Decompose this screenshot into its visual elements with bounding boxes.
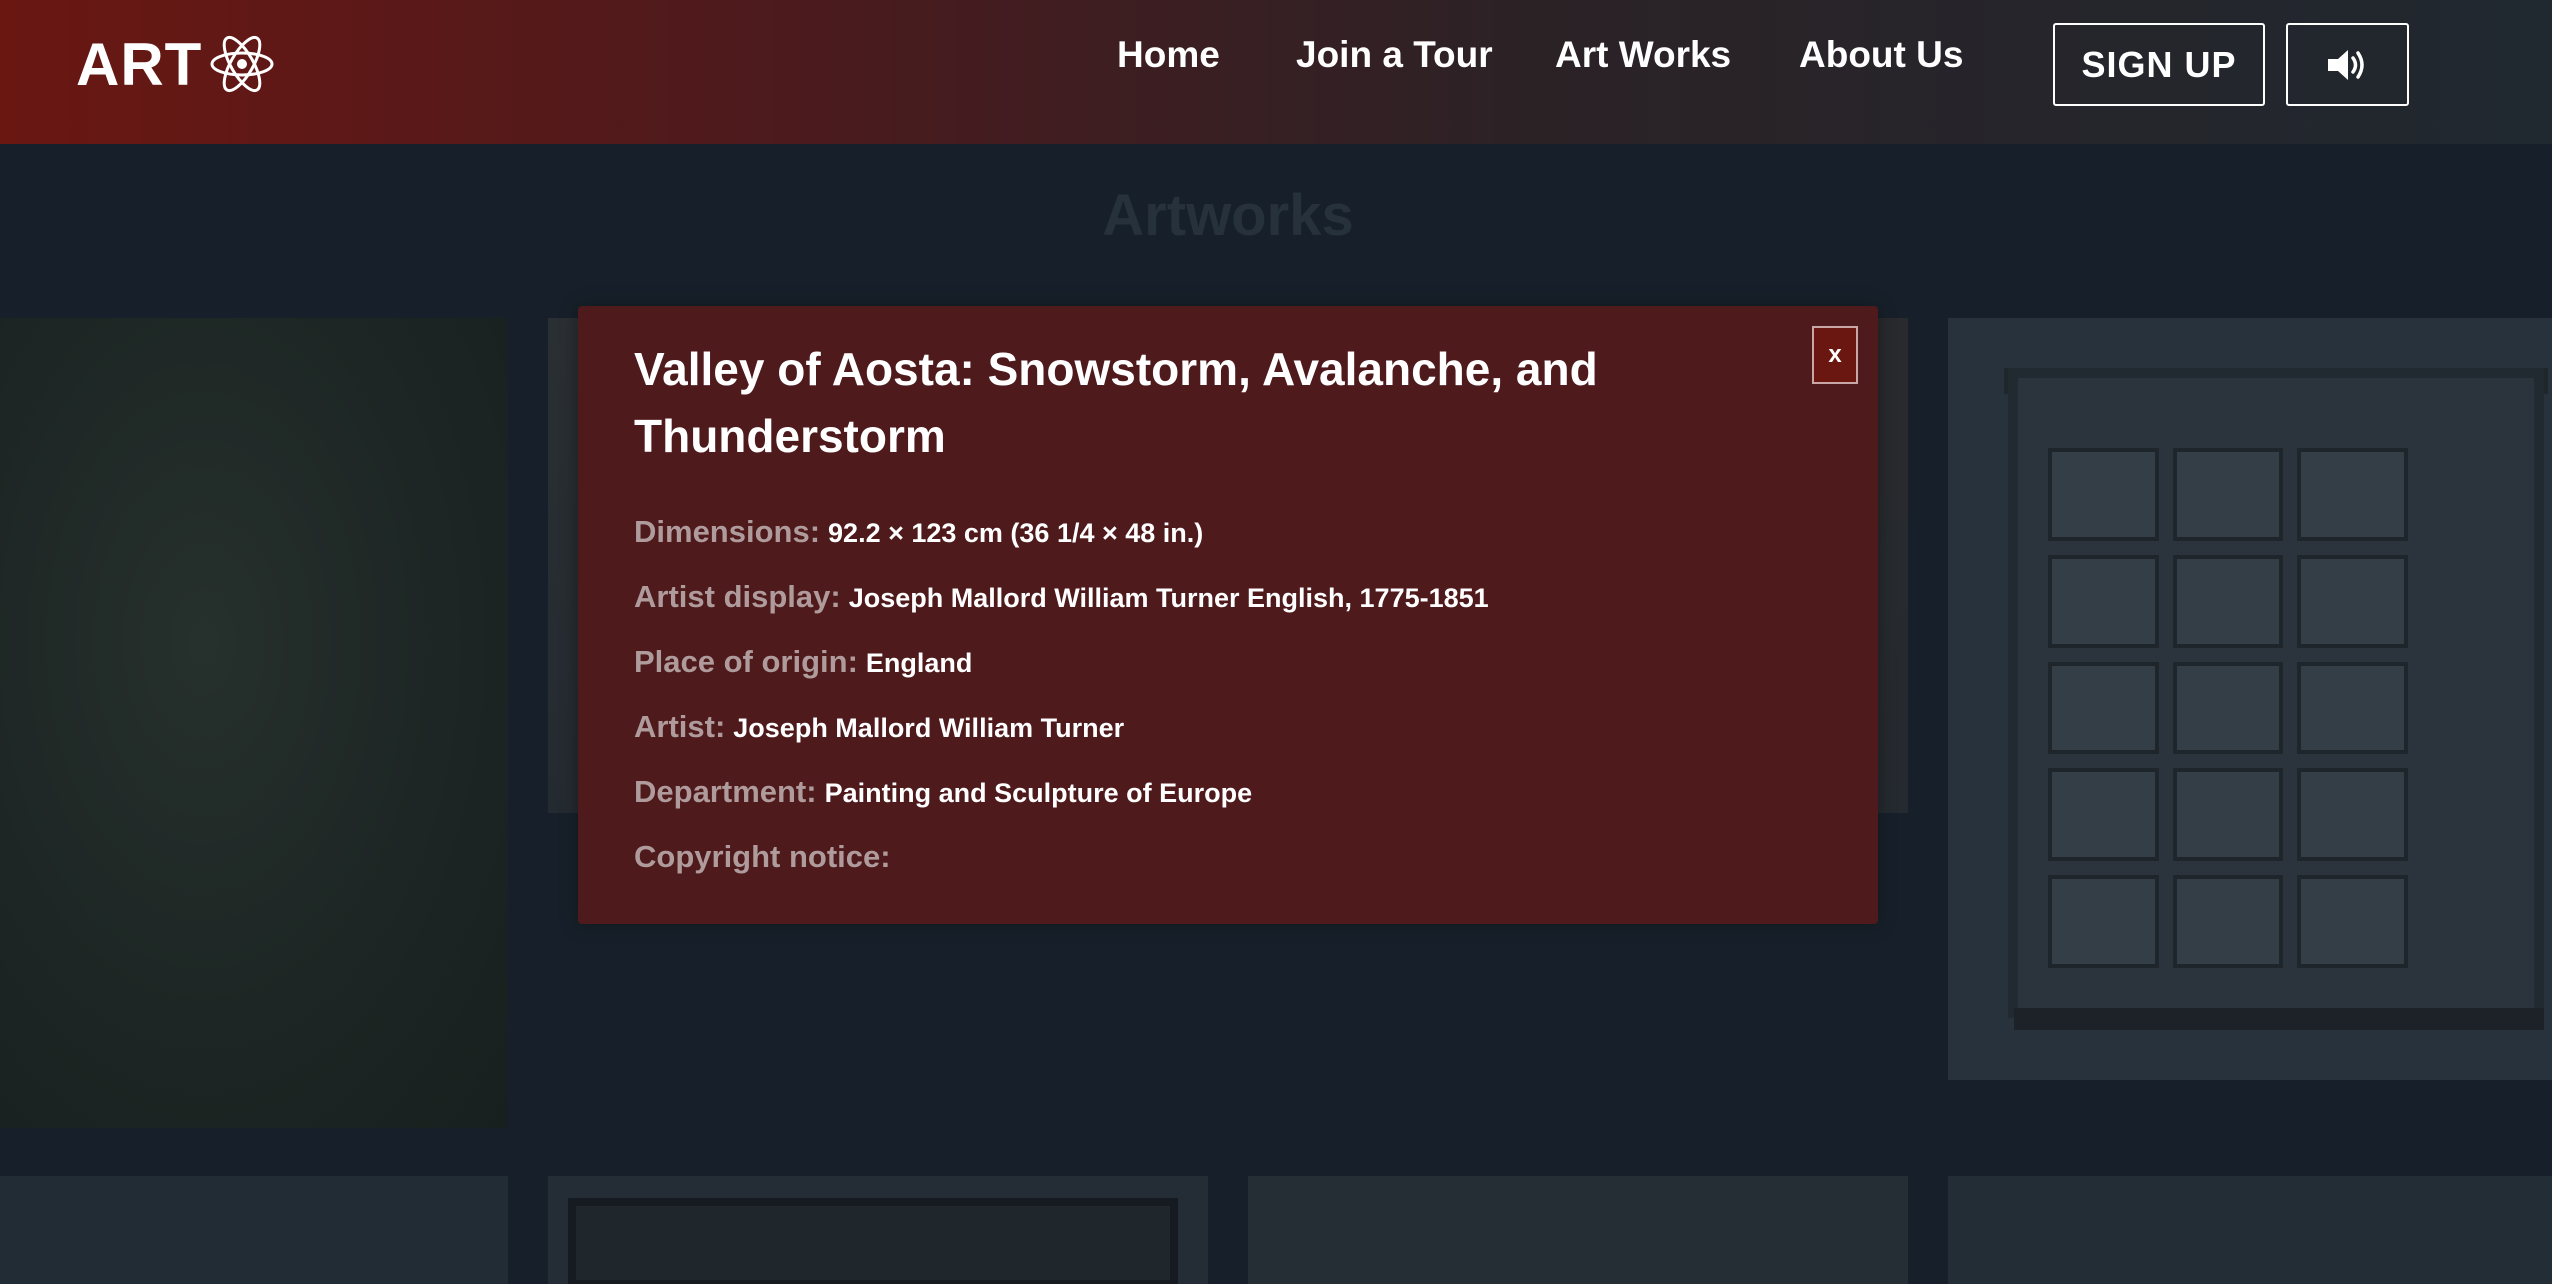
info-department: Department: Painting and Sculpture of Eur… [634,770,1252,814]
modal-title: Valley of Aosta: Snowstorm, Avalanche, a… [634,343,1598,462]
info-label: Place of origin: [634,644,858,679]
site-header: ART Home Join a Tour Art Works About Us … [0,0,2552,144]
speaker-volume-icon [2327,49,2364,80]
artwork-image-cabinet-base [2014,1008,2544,1030]
info-value: Joseph Mallord William Turner [733,713,1125,743]
artwork-card[interactable] [548,1176,1208,1284]
artwork-image-cabinet-grid [2048,448,2408,968]
nav-about-us[interactable]: About Us [1799,30,1963,80]
info-artist-display: Artist display: Joseph Mallord William Tu… [634,575,1489,619]
artwork-card[interactable] [1948,1176,2552,1284]
site-logo[interactable]: ART [76,30,276,98]
info-value: 92.2 × 123 cm (36 1/4 × 48 in.) [828,518,1204,548]
sign-up-button[interactable]: SIGN UP [2053,23,2265,106]
info-value: Painting and Sculpture of Europe [824,778,1253,808]
info-label: Artist: [634,709,726,744]
artwork-card[interactable] [1248,1176,1908,1284]
info-label: Dimensions: [634,514,821,549]
info-artist: Artist: Joseph Mallord William Turner [634,705,1124,749]
info-place-of-origin: Place of origin: England [634,640,972,684]
atom-icon [210,35,274,93]
logo-text: ART [76,30,203,98]
info-label: Copyright notice: [634,839,891,874]
artwork-card[interactable] [1948,318,2552,1080]
artworks-heading: Artworks [1102,183,1354,248]
close-button[interactable]: x [1812,326,1858,384]
info-dimensions: Dimensions: 92.2 × 123 cm (36 1/4 × 48 in… [634,510,1203,554]
page: ART Home Join a Tour Art Works About Us … [0,0,2552,1284]
artwork-image-frame [568,1198,1178,1284]
info-value: England [865,648,973,678]
info-label: Artist display: [634,579,841,614]
artwork-detail-modal: Valley of Aosta: Snowstorm, Avalanche, a… [578,306,1878,924]
info-value: Joseph Mallord William Turner English, 1… [848,583,1489,613]
nav-join-a-tour[interactable]: Join a Tour [1296,30,1493,80]
artwork-card[interactable] [0,318,508,1128]
nav-art-works[interactable]: Art Works [1555,30,1731,80]
artwork-card[interactable] [0,1176,508,1284]
info-label: Department: [634,774,817,809]
sound-toggle-button[interactable] [2286,23,2409,106]
info-copyright-notice: Copyright notice: [634,835,899,879]
nav-home[interactable]: Home [1117,30,1220,80]
